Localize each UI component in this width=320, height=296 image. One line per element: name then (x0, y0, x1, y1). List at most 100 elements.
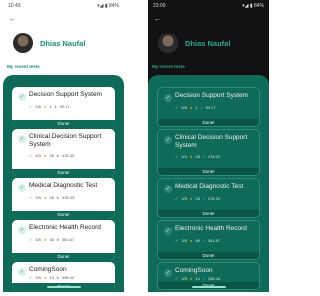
test-score: 6/6 (35, 104, 41, 109)
check-circle-icon: ✓ (164, 227, 172, 235)
done-button[interactable]: Done! (12, 169, 115, 176)
gem-icon: ♦ (202, 276, 205, 281)
home-indicator[interactable] (191, 286, 226, 288)
test-title: Clinical Decision Support System (29, 133, 102, 148)
test-stats: ✓ 3/5 ● 14 ♦ 398.44 (175, 276, 220, 281)
check-icon: ✓ (175, 154, 179, 159)
test-title: ComingSoon (175, 267, 213, 274)
test-points: 398.44 (207, 276, 221, 281)
test-score: 3/5 (35, 195, 41, 200)
check-icon: ✓ (175, 105, 179, 110)
test-coins: 28 (49, 153, 54, 158)
status-time: 10:43 (8, 3, 21, 9)
check-circle-icon: ✓ (18, 184, 26, 192)
done-button[interactable]: Done! (158, 210, 259, 217)
test-title: Medical Diagnostic Test (29, 182, 98, 189)
test-stats: ✓ 3/5 ● 48 ♦ 361.67 (29, 237, 74, 242)
test-coins: 48 (195, 238, 200, 243)
test-title: Electronic Health Record (29, 224, 101, 231)
test-card[interactable]: ✓ Clinical Decision Support System ✓ 4/3 … (12, 129, 115, 176)
test-stats: ✓ 4/3 ● 28 ♦ 478.33 (29, 153, 74, 158)
test-coins: 28 (195, 196, 200, 201)
coin-icon: ● (189, 276, 193, 281)
avatar[interactable] (13, 33, 33, 53)
test-stats: ✓ 3/5 ● 14 ♦ 398.44 (29, 275, 74, 280)
test-stats: ✓ 3/5 ● 28 ♦ 378.33 (29, 195, 74, 200)
done-button[interactable]: Done! (12, 120, 115, 127)
test-coins: 14 (49, 275, 54, 280)
test-score: 3/5 (35, 275, 41, 280)
test-title: ComingSoon (29, 266, 67, 273)
recent-tests-sheet: ✓ Decision Support System ✓ 6/6 ● 1 ♦ 99.17… (3, 75, 124, 292)
gem-icon: ♦ (54, 104, 57, 109)
coin-icon: ● (189, 105, 193, 110)
test-stats: ✓ 3/5 ● 48 ♦ 361.67 (175, 238, 220, 243)
done-button[interactable]: Done! (12, 253, 115, 260)
test-card[interactable]: ✓ Electronic Health Record ✓ 3/5 ● 48 ♦ 361… (12, 220, 115, 260)
check-circle-icon: ✓ (18, 226, 26, 234)
test-score: 3/5 (35, 237, 41, 242)
test-points: 478.33 (61, 153, 75, 158)
check-circle-icon: ✓ (18, 135, 26, 143)
test-points: 99.17 (205, 105, 216, 110)
status-bar: 10:43 ▾◢ ▮ 84% (3, 0, 124, 12)
test-coins: 28 (49, 195, 54, 200)
test-title: Decision Support System (175, 92, 248, 99)
test-stats: ✓ 4/3 ● 28 ♦ 478.33 (175, 154, 220, 159)
home-indicator[interactable] (46, 286, 81, 288)
test-card[interactable]: ✓ Decision Support System ✓ 6/6 ● 1 ♦ 99.17… (12, 87, 115, 127)
done-button[interactable]: Done! (12, 211, 115, 218)
test-coins: 1 (49, 104, 52, 109)
back-arrow-icon[interactable]: ← (9, 16, 16, 23)
test-coins: 28 (195, 154, 200, 159)
test-score: 6/6 (181, 105, 187, 110)
coin-icon: ● (189, 238, 193, 243)
test-points: 378.33 (61, 195, 75, 200)
test-points: 361.67 (61, 237, 75, 242)
test-title: Medical Diagnostic Test (175, 183, 244, 190)
check-icon: ✓ (175, 238, 179, 243)
back-arrow-icon[interactable]: ← (154, 16, 161, 23)
test-coins: 48 (49, 237, 54, 242)
coin-icon: ● (43, 195, 47, 200)
done-button[interactable]: Done! (158, 119, 259, 126)
check-circle-icon: ✓ (164, 136, 172, 144)
gem-icon: ♦ (56, 153, 59, 158)
test-score: 4/3 (181, 154, 187, 159)
test-title: Decision Support System (29, 91, 102, 98)
done-button[interactable]: Done! (158, 252, 259, 259)
test-card[interactable]: ✓ Electronic Health Record ✓ 3/5 ● 48 ♦ 361… (157, 220, 260, 260)
status-icons: ▾◢ ▮ 84% (97, 3, 119, 9)
gem-icon: ♦ (56, 195, 59, 200)
test-card[interactable]: ✓ Decision Support System ✓ 6/6 ● 1 ♦ 99.17… (157, 87, 260, 127)
user-name: Dhias Naufal (185, 39, 231, 48)
check-circle-icon: ✓ (164, 269, 172, 277)
status-time: 23:00 (153, 3, 166, 9)
check-icon: ✓ (175, 276, 179, 281)
user-name: Dhias Naufal (40, 39, 86, 48)
done-button[interactable]: Done! (158, 168, 259, 175)
test-card[interactable]: ✓ Clinical Decision Support System ✓ 4/3 … (157, 129, 260, 176)
check-icon: ✓ (29, 195, 33, 200)
test-card[interactable]: ✓ Medical Diagnostic Test ✓ 3/5 ● 28 ♦ 378.… (12, 178, 115, 218)
test-stats: ✓ 6/6 ● 1 ♦ 99.17 (29, 104, 70, 109)
gem-icon: ♦ (202, 154, 205, 159)
coin-icon: ● (189, 196, 193, 201)
gem-icon: ♦ (202, 196, 205, 201)
test-card[interactable]: ✓ Medical Diagnostic Test ✓ 3/5 ● 28 ♦ 378.… (157, 178, 260, 218)
gem-icon: ♦ (202, 238, 205, 243)
avatar[interactable] (158, 33, 178, 53)
coin-icon: ● (43, 153, 47, 158)
test-stats: ✓ 3/5 ● 28 ♦ 378.33 (175, 196, 220, 201)
recent-tests-sheet: ✓ Decision Support System ✓ 6/6 ● 1 ♦ 99.17… (148, 75, 269, 292)
test-coins: 1 (195, 105, 198, 110)
test-stats: ✓ 6/6 ● 1 ♦ 99.17 (175, 105, 216, 110)
test-score: 3/5 (181, 238, 187, 243)
coin-icon: ● (43, 104, 47, 109)
test-points: 99.17 (59, 104, 70, 109)
test-score: 3/5 (181, 276, 187, 281)
test-points: 361.67 (207, 238, 221, 243)
coin-icon: ● (43, 275, 47, 280)
phone-dark-theme: 23:00 ▾◢ ▮ 84% ← Dhias Naufal My recent … (148, 0, 269, 292)
coin-icon: ● (43, 237, 47, 242)
